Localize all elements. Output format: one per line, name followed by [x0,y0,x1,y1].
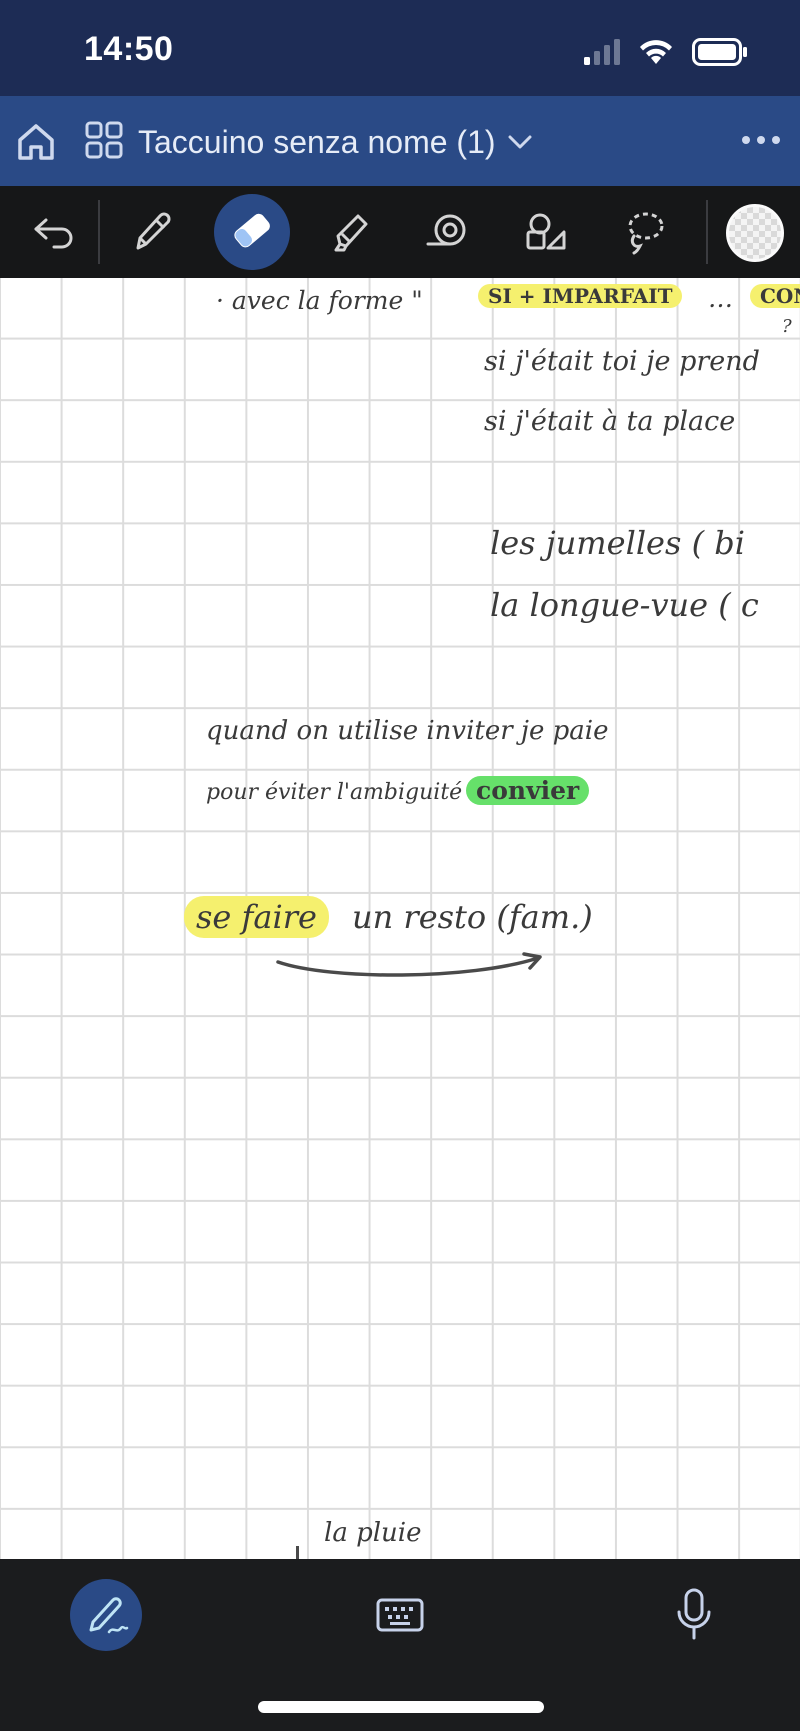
note-line-7: pour éviter l'ambiguité [206,780,463,805]
note-line-3: si j'était à ta place [484,406,736,437]
grid-icon [85,121,123,159]
note-ellipsis: … [708,284,733,313]
pencil-mode-icon [89,1597,129,1634]
highlighter-tool[interactable] [312,194,388,270]
app-header: Taccuino senza nome (1) [0,96,800,186]
status-bar: 14:50 [0,0,800,96]
status-time: 14:50 [84,30,174,68]
home-icon [18,124,54,160]
more-options-button[interactable] [736,122,786,158]
keyboard-icon [376,1598,424,1632]
eraser-tool[interactable] [214,194,290,270]
eraser-icon [234,213,270,248]
battery-icon [692,38,747,66]
highlighter-icon [334,214,368,252]
pen-tool[interactable] [114,194,190,270]
wifi-icon [640,40,672,64]
arrow-stroke [276,952,542,977]
toolbar-separator [706,200,708,264]
note-highlight-se-faire: se faire [184,896,329,938]
note-line-2: si j'était toi je prend [484,346,760,377]
handwriting-mode-button[interactable] [70,1579,142,1651]
note-question-mark: ? [782,316,792,337]
toolbar-separator [98,200,100,264]
microphone-button[interactable] [672,1585,716,1645]
tape-tool[interactable] [410,194,486,270]
notebook-canvas[interactable]: · avec la forme " SI + IMPARFAIT … CON ?… [0,278,800,1559]
notebook-title-button[interactable]: Taccuino senza nome (1) [138,120,532,164]
more-icon [742,136,780,144]
undo-icon [34,218,73,249]
home-indicator[interactable] [258,1701,544,1713]
note-line-8: un resto (fam.) [352,898,593,936]
notebook-title: Taccuino senza nome (1) [138,123,496,160]
note-line-1: · avec la forme " [216,286,423,315]
undo-button[interactable] [16,194,92,270]
note-highlight-convier: convier [466,776,590,805]
color-swatch[interactable] [726,204,784,262]
home-button[interactable] [12,118,60,166]
note-highlight-con: CON [750,284,800,308]
note-line-9: la pluie [324,1518,422,1548]
note-highlight-si-imparfait: SI + IMPARFAIT [478,284,683,308]
pen-stroke-mark [296,1546,299,1559]
tool-bar [0,186,800,278]
note-line-4: les jumelles ( bi [490,524,745,562]
tape-icon [426,214,466,246]
notebooks-grid-button[interactable] [84,120,124,160]
chevron-down-icon [508,135,532,149]
lasso-icon [628,212,664,255]
microphone-icon [677,1588,711,1640]
keyboard-button[interactable] [372,1589,428,1641]
cellular-signal-icon [584,39,620,65]
bottom-input-bar [0,1559,800,1731]
note-line-5: la longue-vue ( c [490,586,759,624]
note-line-6: quand on utilise inviter je paie [206,716,609,746]
pen-icon [136,212,171,250]
shapes-icon [526,213,566,250]
lasso-tool[interactable] [606,194,682,270]
status-icons [584,38,748,66]
shapes-tool[interactable] [508,194,584,270]
